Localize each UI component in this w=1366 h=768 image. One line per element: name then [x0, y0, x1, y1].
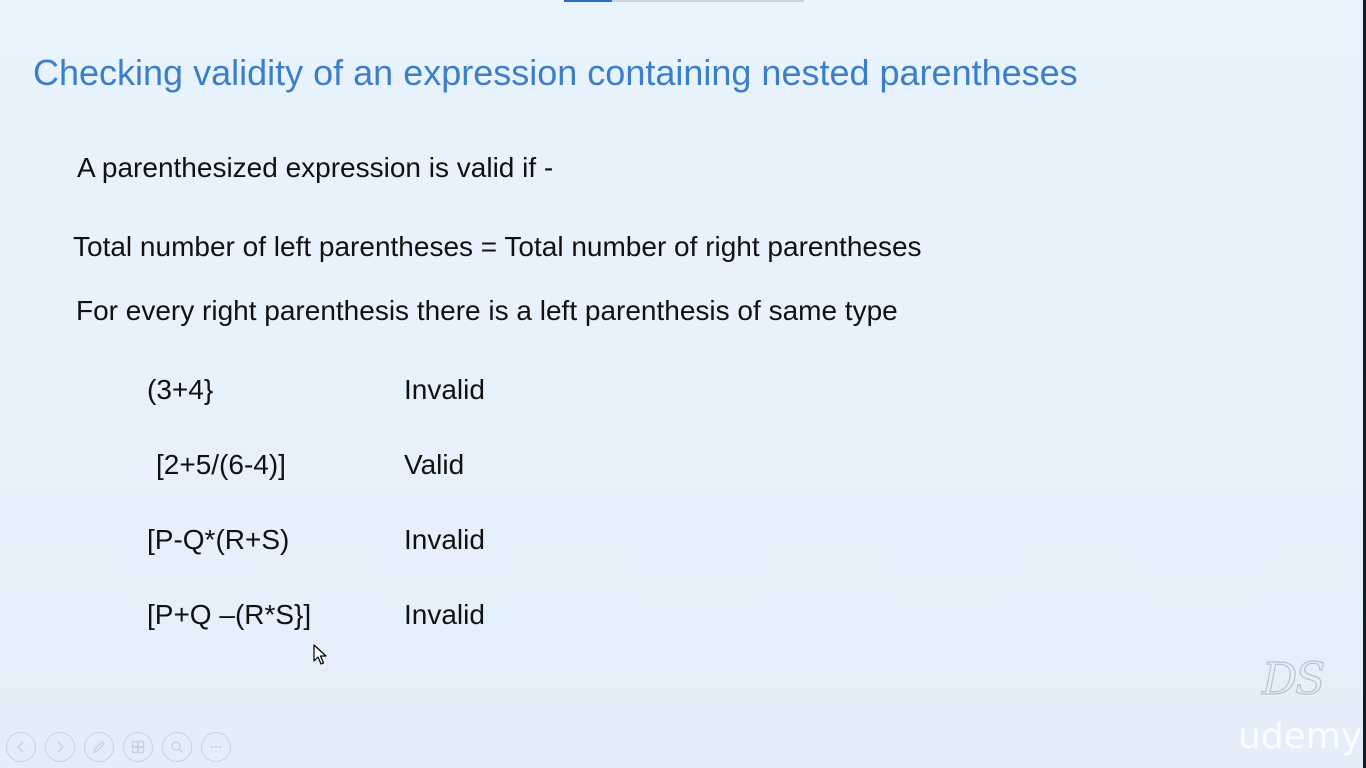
previous-icon	[16, 741, 24, 753]
pen-icon	[92, 741, 105, 754]
example-expression: (3+4}	[147, 374, 214, 405]
example-expression: [P+Q –(R*S}]	[147, 599, 312, 630]
slideshow-controls	[6, 732, 231, 762]
mouse-pointer-icon	[313, 644, 327, 665]
zoom-button[interactable]	[162, 732, 192, 762]
slide-canvas: Checking validity of an expression conta…	[0, 0, 1366, 768]
slide-title: Checking validity of an expression conta…	[33, 52, 1078, 93]
playback-progress-bar[interactable]	[564, 0, 804, 2]
example-expression: [2+5/(6-4)]	[156, 449, 286, 480]
intro-text: A parenthesized expression is valid if -	[77, 152, 554, 183]
previous-slide-button[interactable]	[6, 732, 36, 762]
rule-left-right-count: Total number of left parentheses = Total…	[73, 231, 922, 262]
more-options-button[interactable]	[201, 732, 231, 762]
pen-tool-button[interactable]	[84, 732, 114, 762]
ds-logo: DS	[1261, 653, 1326, 705]
see-all-slides-button[interactable]	[123, 732, 153, 762]
more-icon	[210, 745, 222, 749]
rule-matching-type: For every right parenthesis there is a l…	[76, 295, 898, 326]
example-result: Invalid	[404, 599, 485, 630]
playback-progress-fill	[564, 0, 612, 2]
udemy-watermark: udemy	[1238, 716, 1363, 757]
example-result: Valid	[404, 449, 465, 480]
example-result: Invalid	[404, 524, 485, 555]
zoom-icon	[171, 741, 184, 754]
example-result: Invalid	[404, 374, 485, 405]
next-slide-button[interactable]	[45, 732, 75, 762]
slides-icon	[131, 740, 145, 754]
next-icon	[57, 741, 65, 753]
example-expression: [P-Q*(R+S)	[147, 524, 290, 555]
